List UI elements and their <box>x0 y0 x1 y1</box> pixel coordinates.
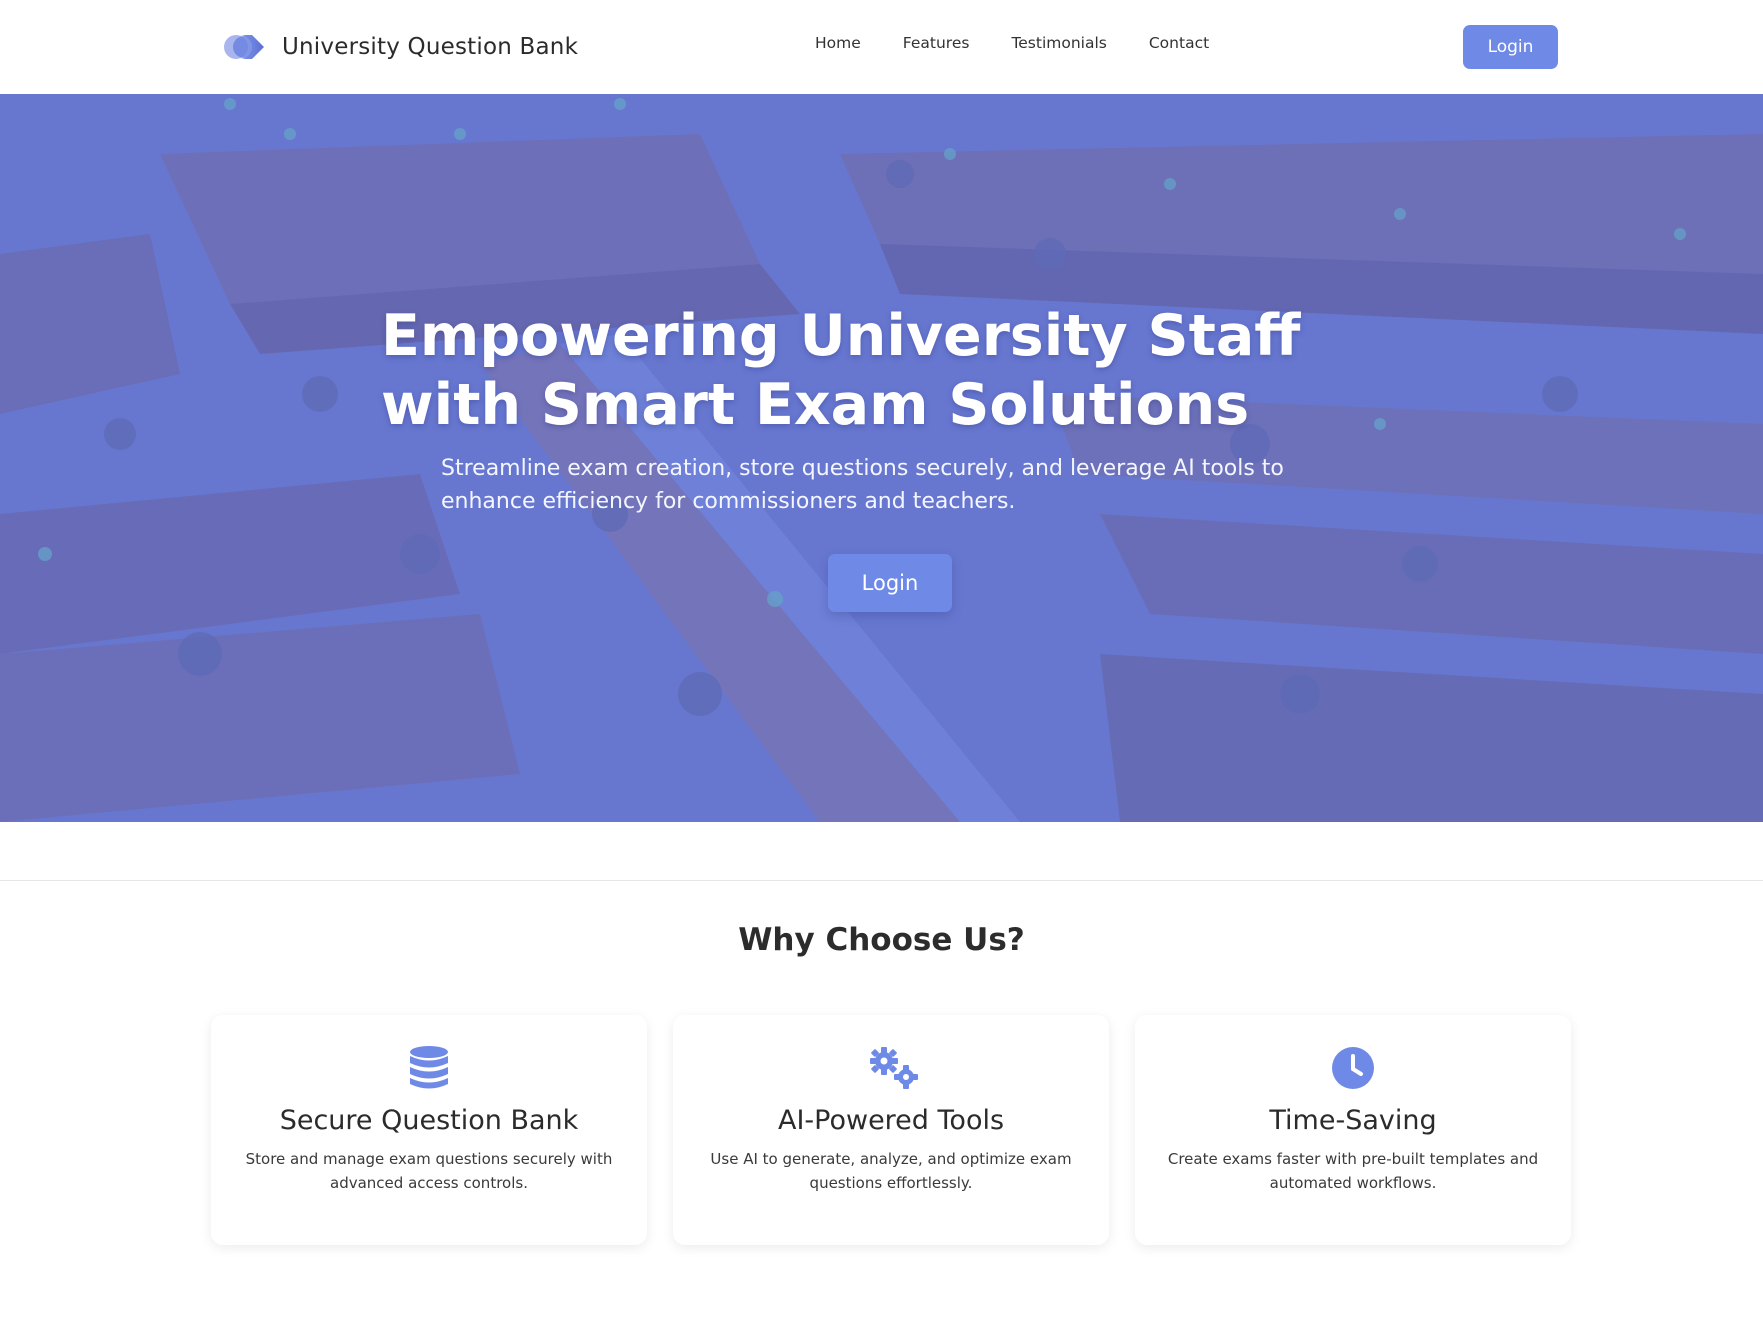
feature-title: Time-Saving <box>1269 1105 1437 1136</box>
feature-title: Secure Question Bank <box>279 1105 579 1136</box>
feature-title: AI-Powered Tools <box>777 1105 1005 1136</box>
brand-title: University Question Bank <box>282 34 579 60</box>
nav-testimonials[interactable]: Testimonials <box>1011 34 1106 52</box>
feature-description: Store and manage exam questions securely… <box>245 1150 613 1192</box>
nav-home[interactable]: Home <box>815 34 861 52</box>
site-header: University Question Bank Home Features T… <box>0 0 1763 94</box>
hero-subtitle: Streamline exam creation, store question… <box>441 456 1284 514</box>
hero-section: Empowering University Staff with Smart E… <box>0 94 1763 822</box>
gears-icon <box>866 1045 918 1091</box>
feature-description: Create exams faster with pre-built templ… <box>1167 1150 1539 1192</box>
feature-card-secure: Secure Question Bank Store and manage ex… <box>211 1015 647 1245</box>
brand[interactable]: University Question Bank <box>222 28 578 66</box>
main-nav: Home Features Testimonials Contact <box>815 34 1209 52</box>
nav-contact[interactable]: Contact <box>1149 34 1209 52</box>
logo-icon <box>222 29 266 65</box>
feature-cards: Secure Question Bank Store and manage ex… <box>211 1015 1571 1245</box>
section-divider <box>0 880 1763 881</box>
hero-title: Empowering University Staff with Smart E… <box>381 303 1301 438</box>
feature-description: Use AI to generate, analyze, and optimiz… <box>710 1150 1072 1192</box>
header-login-button[interactable]: Login <box>1463 25 1558 69</box>
nav-features[interactable]: Features <box>903 34 970 52</box>
hero-login-button[interactable]: Login <box>828 554 952 612</box>
feature-card-time: Time-Saving Create exams faster with pre… <box>1135 1015 1571 1245</box>
database-icon <box>404 1045 454 1091</box>
feature-card-ai: AI-Powered Tools Use AI to generate, ana… <box>673 1015 1109 1245</box>
clock-icon <box>1328 1045 1378 1091</box>
features-heading: Why Choose Us? <box>738 922 1025 958</box>
